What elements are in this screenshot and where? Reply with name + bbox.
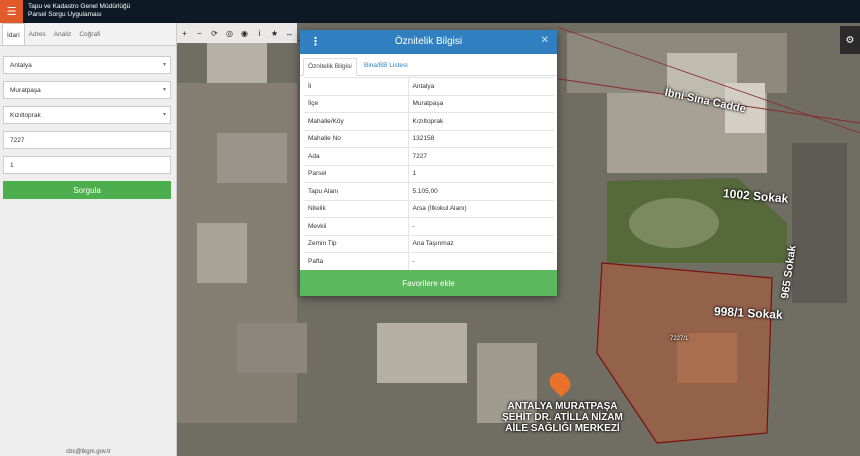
query-tabs: İdari Adres Analiz Coğrafi xyxy=(0,23,176,46)
mahalle-select[interactable]: Kızıltoprak ▾ xyxy=(3,106,171,124)
table-row: Pafta - xyxy=(304,252,554,270)
dialog-header: ⋮ Öznitelik Bilgisi ✕ xyxy=(300,30,557,54)
zoom-out-icon[interactable]: − xyxy=(192,23,207,43)
dialog-title: Öznitelik Bilgisi xyxy=(394,36,463,47)
attribute-value: Kızıltoprak xyxy=(408,112,554,130)
chevron-down-icon: ▾ xyxy=(162,87,166,93)
ada-input-value: 7227 xyxy=(10,137,25,144)
poi-label-line: ANTALYA MURATPAŞA xyxy=(507,401,618,412)
parcel-label: 7227/1 xyxy=(670,336,689,342)
chevron-down-icon: ▾ xyxy=(162,62,166,68)
attribute-table: İl Antalya İlçe Muratpaşa Mahalle/Köy Kızılto… xyxy=(304,77,554,270)
attribute-value: Muratpaşa xyxy=(408,94,554,113)
parsel-input[interactable]: 1 xyxy=(3,156,171,174)
attribute-value: - xyxy=(408,217,554,235)
attribute-key: Mahalle No xyxy=(304,129,409,148)
table-row: Mahalle/Köy Kızıltoprak xyxy=(304,112,554,130)
dialog-tabs: Öznitelik Bilgisi Bina/BB Listesi xyxy=(300,54,557,76)
attribute-key: Pafta xyxy=(304,252,409,270)
table-row: Nitelik Arsa (İlkokul Alanı) xyxy=(304,199,554,218)
attribute-key: Nitelik xyxy=(304,199,409,218)
poi-label: ANTALYA MURATPAŞA ŞEHİT DR. ATİLLA NİZAM… xyxy=(500,401,625,434)
app-title: Tapu ve Kadastro Genel Müdürlüğü Parsel … xyxy=(28,3,130,19)
gear-icon[interactable]: ⚙ xyxy=(840,26,860,54)
add-to-favorites-button[interactable]: Favorilere ekle xyxy=(300,270,557,296)
tab-analiz[interactable]: Analiz xyxy=(50,23,76,45)
il-select[interactable]: Antalya ▾ xyxy=(3,56,171,74)
tab-building-list[interactable]: Bina/BB Listesi xyxy=(360,58,412,76)
attribute-key: Ada xyxy=(304,147,409,165)
il-select-value: Antalya xyxy=(10,62,32,69)
tab-idari[interactable]: İdari xyxy=(2,23,25,45)
table-row: Tapu Alanı 5.105,00 xyxy=(304,182,554,200)
tab-adres[interactable]: Adres xyxy=(25,23,50,45)
attribute-value: 7227 xyxy=(408,147,554,165)
attribute-value: Antalya xyxy=(408,77,554,95)
chevron-down-icon: ▾ xyxy=(162,112,166,118)
parsel-input-value: 1 xyxy=(10,162,14,169)
table-row: Ada 7227 xyxy=(304,147,554,165)
table-row: İl Antalya xyxy=(304,77,554,95)
attribute-value: 5.105,00 xyxy=(408,182,554,200)
attribute-key: Mevkii xyxy=(304,217,409,235)
attribute-key: Mahalle/Köy xyxy=(304,112,409,130)
attribute-key: Tapu Alanı xyxy=(304,182,409,200)
table-row: Parsel 1 xyxy=(304,164,554,183)
attribute-value: 132158 xyxy=(408,129,554,148)
query-sidebar: İdari Adres Analiz Coğrafi Antalya ▾ Mur… xyxy=(0,23,177,456)
table-row: İlçe Muratpaşa xyxy=(304,94,554,113)
poi-label-line: AİLE SAĞLIĞI MERKEZİ xyxy=(505,423,620,434)
location-pin-icon[interactable]: ◉ xyxy=(237,23,252,43)
refresh-icon[interactable]: ⟳ xyxy=(207,23,222,43)
poi-label-line: ŞEHİT DR. ATİLLA NİZAM xyxy=(502,412,623,423)
zoom-in-icon[interactable]: + xyxy=(177,23,192,43)
tab-attribute-info[interactable]: Öznitelik Bilgisi xyxy=(303,58,357,76)
tab-cografi[interactable]: Coğrafi xyxy=(75,23,104,45)
ilce-select[interactable]: Muratpaşa ▾ xyxy=(3,81,171,99)
attribute-key: Parsel xyxy=(304,164,409,183)
map-toolbar: + − ⟳ ◎ ◉ i ★ ↔ xyxy=(177,23,297,43)
attribute-key: İlçe xyxy=(304,94,409,113)
app-title-line2: Parsel Sorgu Uygulaması xyxy=(28,11,102,18)
close-icon[interactable]: ✕ xyxy=(541,35,549,46)
attribute-value: - xyxy=(408,252,554,270)
ilce-select-value: Muratpaşa xyxy=(10,87,41,94)
attribute-key: Zemin Tip xyxy=(304,234,409,253)
table-row: Mevkii - xyxy=(304,217,554,235)
mahalle-select-value: Kızıltoprak xyxy=(10,112,41,119)
query-button[interactable]: Sorgula xyxy=(3,181,171,199)
info-icon[interactable]: i xyxy=(252,23,267,43)
locate-icon[interactable]: ◎ xyxy=(222,23,237,43)
table-row: Zemin Tip Ana Taşınmaz xyxy=(304,234,554,253)
star-icon[interactable]: ★ xyxy=(267,23,282,43)
app-header: ☰ Tapu ve Kadastro Genel Müdürlüğü Parse… xyxy=(0,0,860,23)
attribute-value: 1 xyxy=(408,164,554,183)
attribute-value: Ana Taşınmaz xyxy=(408,234,554,253)
attribute-key: İl xyxy=(304,77,409,95)
ada-input[interactable]: 7227 xyxy=(3,131,171,149)
app-title-line1: Tapu ve Kadastro Genel Müdürlüğü xyxy=(28,3,131,10)
menu-icon[interactable]: ☰ xyxy=(0,0,23,23)
attribute-value: Arsa (İlkokul Alanı) xyxy=(408,199,554,218)
attribute-dialog: ⋮ Öznitelik Bilgisi ✕ Öznitelik Bilgisi … xyxy=(300,30,557,296)
contact-email-link[interactable]: cbs@tkgm.gov.tr xyxy=(0,449,177,455)
table-row: Mahalle No 132158 xyxy=(304,129,554,148)
measure-icon[interactable]: ↔ xyxy=(282,23,297,43)
